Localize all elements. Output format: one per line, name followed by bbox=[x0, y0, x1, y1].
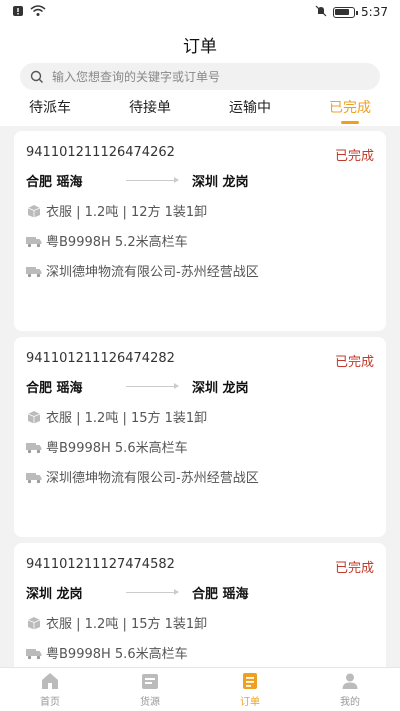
route: 合肥 瑶海 深圳 龙岗 bbox=[26, 171, 376, 191]
truck-icon bbox=[26, 648, 42, 659]
battery-icon bbox=[333, 6, 359, 18]
route: 深圳 龙岗 合肥 瑶海 bbox=[26, 583, 376, 603]
cargo-info: 衣服 | 1.2吨 | 15方 1装1卸 bbox=[26, 613, 207, 632]
tabbar-label: 我的 bbox=[340, 697, 360, 708]
truck-icon bbox=[26, 236, 42, 247]
box-icon bbox=[27, 616, 41, 629]
order-list: 941101211126474262 已完成 合肥 瑶海 深圳 龙岗 衣服 | … bbox=[0, 126, 400, 667]
route-from: 合肥 瑶海 bbox=[26, 381, 83, 396]
route-from: 合肥 瑶海 bbox=[26, 175, 83, 190]
order-card[interactable]: 941101211126474282 已完成 合肥 瑶海 深圳 龙岗 衣服 | … bbox=[14, 337, 386, 537]
page-title: 订单 bbox=[183, 37, 217, 57]
tabbar-label: 首页 bbox=[40, 697, 60, 708]
tabbar-cargo-source[interactable]: 货源 bbox=[100, 668, 200, 711]
cargo-text: 衣服 | 1.2吨 | 15方 1装1卸 bbox=[46, 411, 208, 426]
cargo-info: 衣服 | 1.2吨 | 15方 1装1卸 bbox=[26, 407, 207, 426]
order-card[interactable]: 941101211127474582 已完成 深圳 龙岗 合肥 瑶海 衣服 | … bbox=[14, 543, 386, 667]
tab-pending-accept[interactable]: 待接单 bbox=[100, 96, 200, 126]
notification-icon bbox=[12, 5, 24, 20]
order-tabs: 待派车 待接单 运输中 已完成 bbox=[0, 96, 400, 126]
tabbar-profile[interactable]: 我的 bbox=[300, 668, 400, 711]
cargo-info: 衣服 | 1.2吨 | 12方 1装1卸 bbox=[26, 201, 207, 220]
vehicle-text: 粤B9998H 5.6米高栏车 bbox=[46, 647, 188, 662]
route-arrow-icon bbox=[126, 177, 179, 183]
status-time: 5:37 bbox=[361, 5, 388, 19]
cargo-source-icon bbox=[142, 674, 158, 689]
tabbar-home[interactable]: 首页 bbox=[0, 668, 100, 711]
order-status: 已完成 bbox=[334, 149, 374, 164]
tabbar-orders[interactable]: 订单 bbox=[200, 668, 300, 711]
search-placeholder: 输入您想查询的关键字或订单号 bbox=[52, 70, 221, 84]
search-icon bbox=[30, 70, 43, 83]
box-icon bbox=[27, 410, 41, 423]
tab-completed[interactable]: 已完成 bbox=[300, 96, 400, 126]
route-arrow-icon bbox=[126, 589, 179, 595]
order-number: 941101211127474582 bbox=[26, 557, 175, 572]
tab-in-transit[interactable]: 运输中 bbox=[200, 96, 300, 126]
order-number: 941101211126474262 bbox=[26, 145, 175, 160]
truck-icon bbox=[26, 442, 42, 453]
route-from: 深圳 龙岗 bbox=[26, 587, 83, 602]
tabbar-label: 货源 bbox=[140, 697, 160, 708]
order-status: 已完成 bbox=[334, 561, 374, 576]
company-text: 深圳德坤物流有限公司-苏州经营战区 bbox=[46, 265, 259, 280]
company-text: 深圳德坤物流有限公司-苏州经营战区 bbox=[46, 471, 259, 486]
order-card[interactable]: 941101211126474262 已完成 合肥 瑶海 深圳 龙岗 衣服 | … bbox=[14, 131, 386, 331]
vehicle-info: 粤B9998H 5.6米高栏车 bbox=[26, 437, 188, 456]
header: 订单 输入您想查询的关键字或订单号 待派车 待接单 运输中 已完成 bbox=[0, 24, 400, 126]
vehicle-text: 粤B9998H 5.6米高栏车 bbox=[46, 441, 188, 456]
search-input[interactable]: 输入您想查询的关键字或订单号 bbox=[20, 63, 380, 90]
home-icon bbox=[42, 673, 58, 689]
status-bar: 5:37 bbox=[0, 0, 400, 24]
route-to: 深圳 龙岗 bbox=[192, 175, 249, 190]
tabbar-label: 订单 bbox=[240, 697, 260, 708]
cargo-text: 衣服 | 1.2吨 | 15方 1装1卸 bbox=[46, 617, 208, 632]
box-icon bbox=[27, 204, 41, 217]
wifi-icon bbox=[30, 4, 46, 20]
route: 合肥 瑶海 深圳 龙岗 bbox=[26, 377, 376, 397]
company-info: 深圳德坤物流有限公司-苏州经营战区 bbox=[26, 261, 259, 280]
vehicle-info: 粤B9998H 5.2米高栏车 bbox=[26, 231, 188, 250]
cargo-text: 衣服 | 1.2吨 | 12方 1装1卸 bbox=[46, 205, 208, 220]
profile-icon bbox=[342, 673, 358, 689]
mute-icon bbox=[315, 5, 327, 20]
truck-icon bbox=[26, 472, 42, 483]
vehicle-info: 粤B9998H 5.6米高栏车 bbox=[26, 643, 188, 662]
vehicle-text: 粤B9998H 5.2米高栏车 bbox=[46, 235, 188, 250]
order-icon bbox=[243, 673, 257, 689]
company-info: 深圳德坤物流有限公司-苏州经营战区 bbox=[26, 467, 259, 486]
status-left bbox=[12, 4, 46, 20]
route-to: 深圳 龙岗 bbox=[192, 381, 249, 396]
route-to: 合肥 瑶海 bbox=[192, 587, 249, 602]
tab-pending-dispatch[interactable]: 待派车 bbox=[0, 96, 100, 126]
truck-icon bbox=[26, 266, 42, 277]
bottom-tab-bar: 首页 货源 订单 我的 bbox=[0, 667, 400, 711]
order-status: 已完成 bbox=[334, 355, 374, 370]
order-number: 941101211126474282 bbox=[26, 351, 175, 366]
status-right: 5:37 bbox=[315, 5, 388, 20]
route-arrow-icon bbox=[126, 383, 179, 389]
